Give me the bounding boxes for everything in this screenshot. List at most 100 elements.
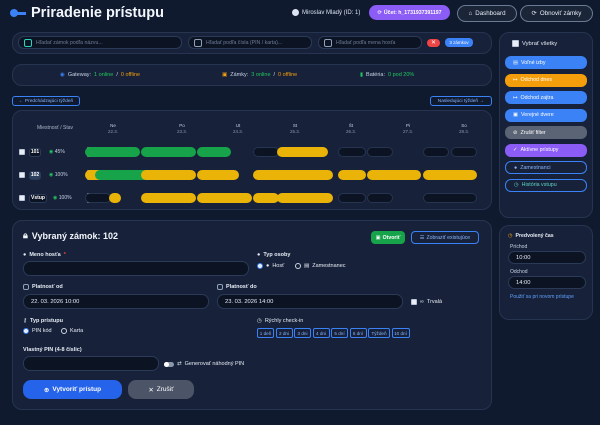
availability-slot[interactable] bbox=[423, 147, 449, 157]
open-lock-button[interactable]: ▣ Otvoriť bbox=[371, 231, 405, 244]
day-header: Ne 22.3. bbox=[101, 123, 125, 135]
prev-week-button[interactable]: ← Predchádzajúci týždeň bbox=[12, 96, 80, 106]
availability-slot[interactable] bbox=[141, 147, 196, 157]
arrival-time-input[interactable]: 10:00 bbox=[508, 251, 586, 264]
quick-checkin-option[interactable]: 3 dni bbox=[294, 328, 311, 338]
calendar-icon bbox=[23, 284, 29, 290]
quick-checkin-option[interactable]: 5 dní bbox=[331, 328, 348, 338]
sidebar-filter-button[interactable]: ▤ Voľné izby bbox=[505, 56, 587, 69]
create-access-button[interactable]: ⊕ Vytvoriť prístup bbox=[23, 380, 122, 399]
generate-pin-toggle[interactable]: ⇄ Generovať náhodný PIN bbox=[164, 361, 244, 367]
availability-slot[interactable] bbox=[423, 170, 477, 180]
sidebar-filter-button[interactable]: ↦ Odchod zajtra bbox=[505, 91, 587, 104]
availability-slot[interactable] bbox=[367, 170, 421, 180]
user-icon bbox=[292, 9, 299, 16]
wifi-icon: ◉ bbox=[60, 72, 65, 78]
calendar-icon bbox=[217, 284, 223, 290]
page-title: Priradenie prístupu bbox=[10, 5, 164, 21]
refresh-locks-button[interactable]: ⟳ Obnoviť zámky bbox=[520, 5, 593, 22]
departure-time-input[interactable]: 14:00 bbox=[508, 276, 586, 289]
availability-slot[interactable] bbox=[338, 193, 366, 203]
quick-checkin-group: 1 deň 2 dni 3 dni 4 dni 5 dní 6 dní Týždeň 10 d… bbox=[257, 328, 410, 338]
account-badge[interactable]: ⟳ Účet: h_1731937391197 bbox=[369, 5, 450, 20]
availability-slot[interactable] bbox=[85, 193, 111, 203]
day-header: Ut 24.3. bbox=[226, 123, 250, 135]
quick-checkin-label: ◷ Rýchly check-in bbox=[257, 318, 304, 324]
sidebar-filter-button[interactable]: ⊘ Zrušiť filter bbox=[505, 126, 587, 139]
day-header: Po 23.3. bbox=[170, 123, 194, 135]
room-name[interactable]: Vstup bbox=[29, 193, 47, 203]
valid-from-input[interactable]: 22. 03. 2026 10:00 bbox=[23, 294, 209, 309]
guest-name-input[interactable] bbox=[23, 261, 249, 276]
select-all-checkbox[interactable]: Vybrať všetky bbox=[512, 40, 557, 47]
battery-status: ▮ Batéria: 0 pod 20% bbox=[360, 72, 415, 78]
custom-pin-label: Vlastný PIN (4-8 číslic) bbox=[23, 347, 82, 353]
toggle-switch[interactable] bbox=[164, 361, 174, 367]
availability-slot[interactable] bbox=[109, 193, 121, 203]
room-status-header: Miestnosť / Stav bbox=[37, 125, 74, 131]
sidebar-filter-button[interactable]: ✓ Aktívne prístupy bbox=[505, 143, 587, 157]
person-type-employee-radio[interactable]: ▤ Zamestnanec bbox=[295, 263, 346, 269]
custom-pin-input[interactable] bbox=[23, 356, 159, 371]
sidebar-filter-button[interactable]: ◷ História vstupu bbox=[505, 178, 587, 192]
availability-slot[interactable] bbox=[197, 193, 252, 203]
cancel-button[interactable]: ✕ Zrušiť bbox=[128, 380, 194, 399]
availability-slot[interactable] bbox=[338, 147, 366, 157]
availability-slot[interactable] bbox=[197, 170, 239, 180]
number-search-input[interactable]: Hľadať podľa čísla (PIN / karta)... bbox=[188, 36, 312, 49]
lock-icon: 🔒︎ bbox=[23, 230, 28, 240]
sidebar-filter-button[interactable]: ● Zamestnanci bbox=[505, 161, 587, 174]
dashboard-button[interactable]: ⌂ Dashboard bbox=[457, 5, 517, 22]
availability-slot[interactable] bbox=[197, 147, 231, 157]
wifi-icon: ◉ bbox=[53, 195, 58, 201]
access-pin-radio[interactable]: PIN kód bbox=[23, 328, 52, 334]
availability-slot[interactable] bbox=[367, 147, 393, 157]
permanent-checkbox[interactable]: ∞ Trvalá bbox=[411, 299, 442, 305]
availability-slot[interactable] bbox=[85, 147, 140, 157]
badge-icon: ▤ bbox=[304, 263, 310, 269]
availability-slot[interactable] bbox=[277, 193, 333, 203]
availability-slot[interactable] bbox=[253, 147, 279, 157]
access-card-radio[interactable]: Karta bbox=[61, 328, 83, 334]
availability-slot[interactable] bbox=[253, 193, 279, 203]
availability-slot[interactable] bbox=[141, 170, 196, 180]
person-type-guest-radio[interactable]: ● Hosť bbox=[257, 263, 284, 269]
valid-to-input[interactable]: 23. 03. 2026 14:00 bbox=[217, 294, 403, 309]
availability-slot[interactable] bbox=[277, 147, 328, 157]
row-checkbox[interactable] bbox=[19, 149, 25, 155]
quick-checkin-option[interactable]: 6 dní bbox=[349, 328, 367, 338]
sidebar-filter-button[interactable]: ↦ Odchod dnes bbox=[505, 73, 587, 87]
quick-checkin-option[interactable]: Týždeň bbox=[368, 328, 390, 338]
availability-slot[interactable] bbox=[338, 170, 366, 180]
locks-status: ▣ Zámky: 3 online / 0 offline bbox=[222, 72, 298, 78]
next-week-button[interactable]: Nasledujúci týždeň → bbox=[430, 96, 492, 106]
availability-slot[interactable] bbox=[451, 147, 477, 157]
guest-search-input[interactable]: Hľadať podľa mena hosťa bbox=[318, 36, 422, 49]
access-form: 🔒︎ Vybraný zámok: 102 ▣ Otvoriť ☰ Zobraziť… bbox=[12, 220, 492, 410]
guest-name-label: ● Meno hosťa * bbox=[23, 252, 66, 258]
quick-checkin-option[interactable]: 2 dni bbox=[275, 328, 293, 338]
day-header: Pi 27.3. bbox=[396, 123, 420, 135]
room-name[interactable]: 101 bbox=[29, 147, 41, 157]
quick-checkin-option[interactable]: 10 dní bbox=[391, 328, 410, 338]
availability-slot[interactable] bbox=[367, 193, 393, 203]
quick-checkin-option[interactable]: 1 deň bbox=[257, 328, 274, 338]
lock-count-badge[interactable]: 3 zámkov bbox=[445, 38, 473, 47]
quick-checkin-option[interactable]: 4 dni bbox=[312, 328, 330, 338]
show-existing-button[interactable]: ☰ Zobraziť existujúce bbox=[411, 231, 479, 244]
default-time-title: ◷ Predvolený čas bbox=[508, 233, 554, 239]
availability-slot[interactable] bbox=[423, 193, 477, 203]
row-checkbox[interactable] bbox=[19, 195, 25, 201]
sidebar-filter-button[interactable]: ▣ Verejné dvere bbox=[505, 108, 587, 122]
battery-level: ◉ 100% bbox=[53, 195, 72, 201]
availability-slot[interactable] bbox=[267, 170, 333, 180]
use-new-access-link[interactable]: Použiť sa pri novom prístupe bbox=[510, 294, 582, 301]
availability-calendar: Miestnosť / Stav Ne 22.3. Po 23.3. Ut 24.3. St… bbox=[12, 110, 492, 210]
availability-slot[interactable] bbox=[141, 193, 196, 203]
row-checkbox[interactable] bbox=[19, 172, 25, 178]
clear-filter-button[interactable]: ✕ bbox=[427, 38, 440, 47]
lock-search-input[interactable]: Hľadať zámok podľa názvu... bbox=[18, 36, 182, 49]
person-icon: ● bbox=[266, 263, 270, 269]
room-name[interactable]: 102 bbox=[29, 170, 41, 180]
day-date: 25.3. bbox=[289, 129, 300, 134]
